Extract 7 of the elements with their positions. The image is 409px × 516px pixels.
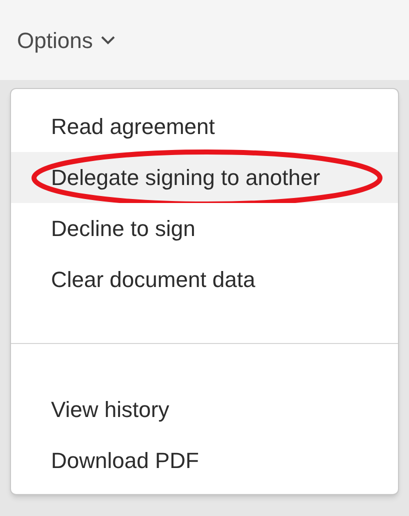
- menu-item[interactable]: Decline to sign: [11, 203, 398, 254]
- menu-item[interactable]: Read agreement: [11, 101, 398, 152]
- menu-item[interactable]: Clear document data: [11, 254, 398, 305]
- menu-item[interactable]: Download PDF: [11, 435, 398, 486]
- options-dropdown[interactable]: Options: [17, 24, 115, 56]
- chevron-icon: [100, 36, 115, 44]
- menu-item[interactable]: View history: [11, 384, 398, 435]
